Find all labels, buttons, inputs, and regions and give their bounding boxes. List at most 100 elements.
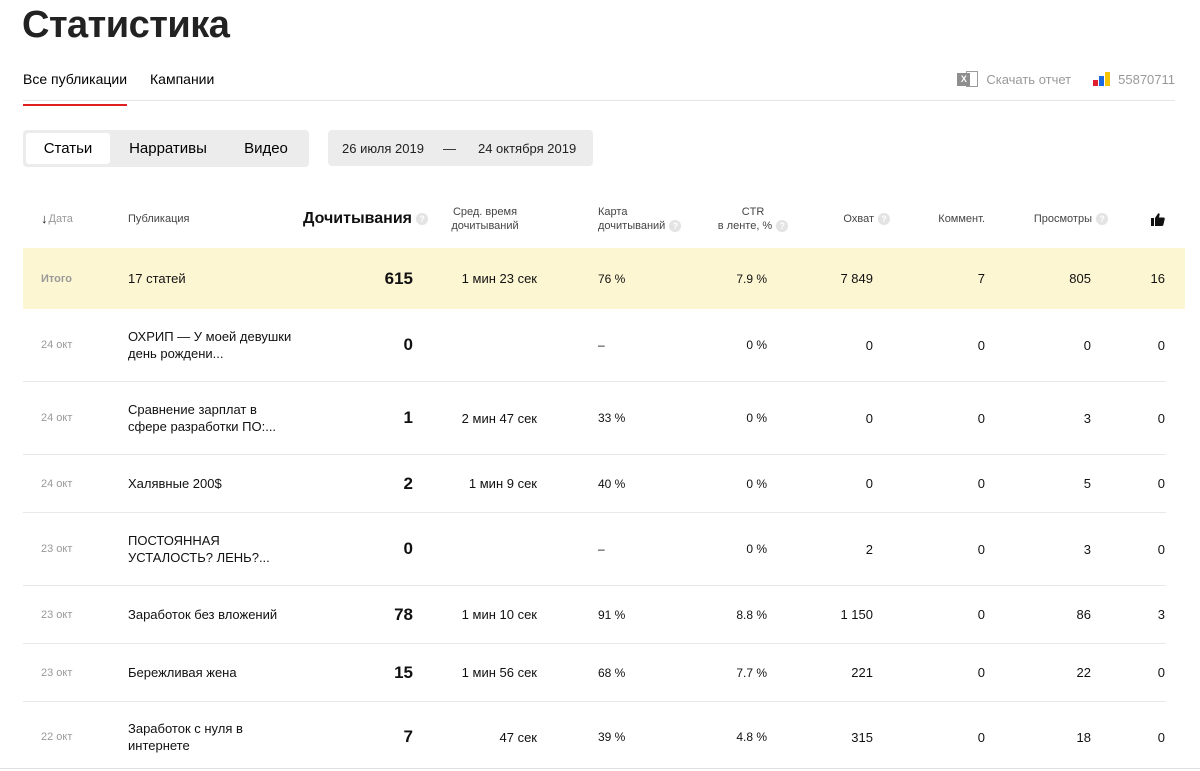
total-ctr: 7.9 % — [736, 271, 767, 286]
sort-down-icon: ↓ — [41, 211, 48, 226]
row-reach: 2 — [865, 541, 873, 557]
row-title[interactable]: Бережливая жена — [128, 644, 298, 701]
metrica-counter-link[interactable]: 55870711 — [1093, 72, 1175, 87]
row-reads: 0 — [403, 539, 413, 558]
row-avg-time: 2 мин 47 сек — [461, 410, 537, 426]
row-read-map: 39 % — [598, 730, 626, 744]
row-likes: 0 — [1157, 729, 1165, 745]
row-reads: 7 — [403, 727, 413, 746]
date-to: 24 октября 2019 — [477, 140, 577, 156]
row-avg-time: 47 сек — [499, 729, 538, 745]
header-avg-time[interactable]: Сред. время дочитываний — [433, 190, 537, 248]
row-reach: 0 — [865, 337, 873, 353]
row-read-map: 91 % — [598, 607, 626, 622]
help-icon[interactable]: ? — [1096, 213, 1108, 225]
page-title: Статистика — [22, 4, 230, 46]
row-ctr: 0 % — [746, 338, 767, 352]
total-title: 17 статей — [128, 271, 186, 286]
download-report-button[interactable]: X Скачать отчет — [957, 70, 1071, 88]
header-views[interactable]: Просмотры? — [1023, 190, 1108, 248]
header-reach[interactable]: Охват? — [793, 190, 890, 248]
metrica-icon — [1093, 72, 1111, 86]
row-date: 23 окт — [41, 543, 73, 555]
header-read-map[interactable]: Карта дочитываний? — [598, 190, 698, 248]
row-comments: 0 — [977, 607, 985, 622]
row-ctr: 7.7 % — [736, 665, 767, 680]
top-tabs: Все публикации Кампании — [23, 71, 214, 106]
header-likes[interactable] — [1133, 190, 1165, 248]
row-title[interactable]: Сравнение зарплат в сфере разработки ПО:… — [128, 382, 298, 454]
help-icon[interactable]: ? — [669, 220, 682, 233]
row-likes: 0 — [1157, 665, 1165, 680]
row-ctr: 8.8 % — [736, 607, 767, 622]
header-reads[interactable]: Дочитывания? — [293, 190, 428, 248]
row-views: 3 — [1083, 410, 1091, 426]
row-avg-time — [433, 513, 537, 585]
row-title[interactable]: Заработок без вложений — [128, 586, 298, 643]
row-likes: 0 — [1157, 337, 1165, 353]
content-type-switch: Статьи Нарративы Видео — [23, 130, 309, 167]
total-avg-time: 1 мин 23 сек — [461, 271, 537, 286]
tab-campaigns[interactable]: Кампании — [150, 71, 214, 97]
row-reads: 0 — [403, 335, 413, 354]
total-reach: 7 849 — [840, 271, 873, 286]
row-views: 3 — [1083, 541, 1091, 557]
table-header-row: ↓ Дата Публикация Дочитывания? Сред. врем… — [23, 190, 1166, 248]
total-comments: 7 — [977, 271, 985, 286]
type-articles-button[interactable]: Статьи — [26, 133, 110, 164]
header-avg-time-line2: дочитываний — [451, 220, 519, 232]
top-actions: X Скачать отчет 55870711 — [957, 70, 1175, 88]
row-title[interactable]: Халявные 200$ — [128, 455, 298, 512]
tabs-divider — [23, 100, 1175, 101]
row-comments: 0 — [977, 410, 985, 426]
header-map-line2: дочитываний — [598, 220, 666, 232]
row-reach: 221 — [851, 665, 873, 680]
help-icon[interactable]: ? — [416, 213, 428, 225]
row-views: 18 — [1076, 729, 1091, 745]
thumbs-up-icon — [1151, 212, 1165, 226]
total-read-map: 76 % — [598, 271, 626, 286]
row-ctr: 0 % — [746, 411, 767, 425]
row-views: 86 — [1076, 607, 1091, 622]
table-row[interactable]: 23 окт ПОСТОЯННАЯ УСТАЛОСТЬ? ЛЕНЬ?... 0 … — [23, 513, 1166, 586]
row-views: 22 — [1076, 665, 1091, 680]
row-likes: 0 — [1157, 541, 1165, 557]
header-avg-time-line1: Сред. время — [452, 206, 518, 218]
table-row[interactable]: 24 окт Сравнение зарплат в сфере разрабо… — [23, 382, 1166, 455]
table-row[interactable]: 24 окт ОХРИП — У моей девушки день рожде… — [23, 309, 1166, 382]
row-likes: 3 — [1157, 607, 1165, 622]
row-read-map: 33 % — [598, 411, 626, 425]
row-read-map: – — [598, 338, 605, 352]
header-ctr-line1: CTR — [741, 206, 765, 218]
header-ctr[interactable]: CTR в ленте, %? — [703, 190, 803, 248]
tab-all-publications[interactable]: Все публикации — [23, 71, 128, 106]
help-icon[interactable]: ? — [878, 213, 890, 225]
row-comments: 0 — [977, 476, 985, 491]
row-read-map: 40 % — [598, 476, 626, 491]
header-comments[interactable]: Коммент. — [903, 190, 985, 248]
table-row[interactable]: 22 окт Заработок с нуля в интернете 7 47… — [23, 702, 1166, 771]
help-icon[interactable]: ? — [776, 220, 789, 233]
table-row[interactable]: 23 окт Бережливая жена 15 1 мин 56 сек 6… — [23, 644, 1166, 702]
row-ctr: 0 % — [746, 476, 767, 491]
table-row[interactable]: 23 окт Заработок без вложений 78 1 мин 1… — [23, 586, 1166, 644]
type-video-button[interactable]: Видео — [226, 133, 306, 164]
row-reads: 15 — [394, 662, 413, 682]
total-label: Итого — [41, 272, 73, 285]
row-reach: 0 — [865, 410, 873, 426]
type-narratives-button[interactable]: Нарративы — [110, 133, 226, 164]
row-avg-time: 1 мин 9 сек — [468, 476, 537, 491]
header-date[interactable]: ↓ Дата — [41, 190, 121, 248]
row-likes: 0 — [1157, 476, 1165, 491]
table-row[interactable]: 24 окт Халявные 200$ 2 1 мин 9 сек 40 % … — [23, 455, 1166, 513]
row-title[interactable]: Заработок с нуля в интернете — [128, 702, 298, 771]
excel-icon: X — [957, 70, 979, 88]
row-title[interactable]: ПОСТОЯННАЯ УСТАЛОСТЬ? ЛЕНЬ?... — [128, 513, 298, 585]
row-comments: 0 — [977, 729, 985, 745]
date-range-picker[interactable]: 26 июля 2019 — 24 октября 2019 — [328, 130, 593, 166]
row-reach: 1 150 — [840, 607, 873, 622]
row-reads: 2 — [403, 473, 413, 493]
row-title[interactable]: ОХРИП — У моей девушки день рождени... — [128, 309, 298, 381]
row-ctr: 0 % — [746, 542, 767, 556]
row-views: 0 — [1083, 337, 1091, 353]
